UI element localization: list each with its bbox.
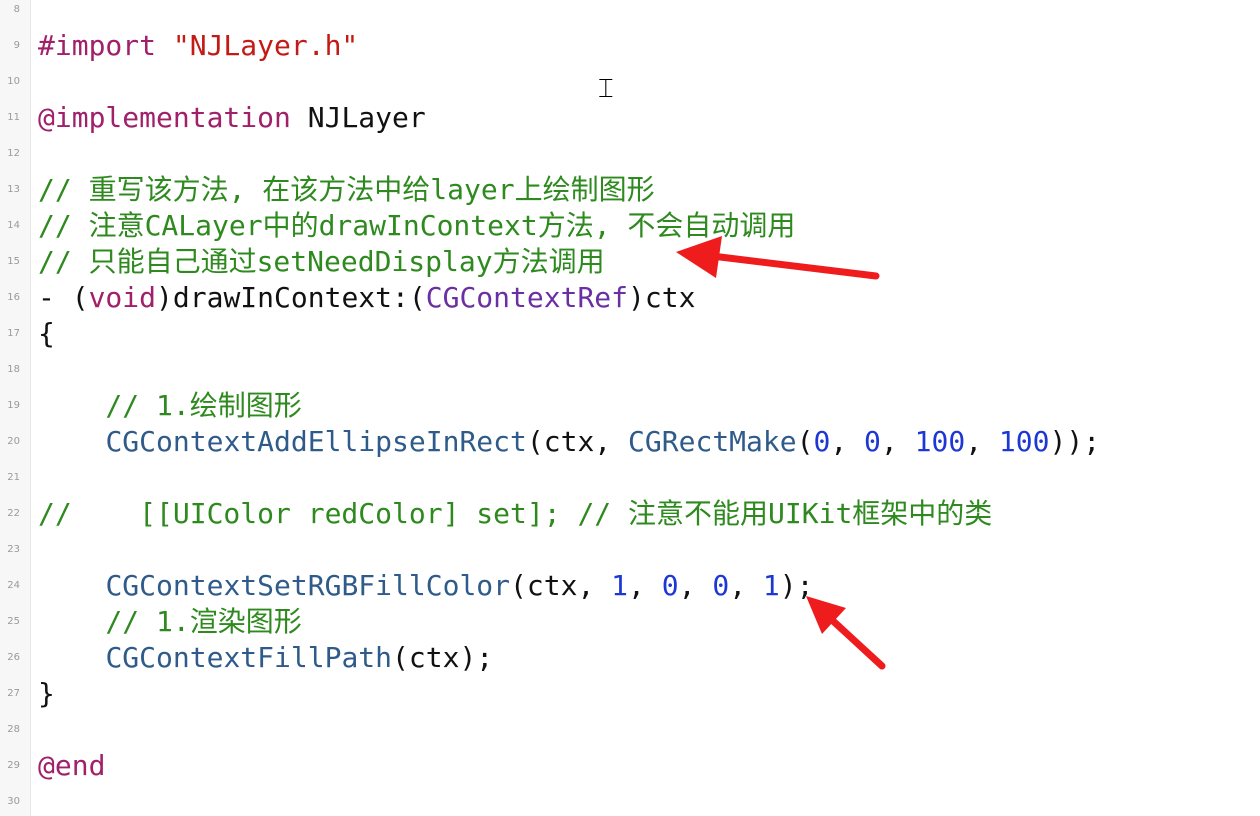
line-number: 25 — [7, 616, 20, 627]
line-number: 28 — [7, 724, 20, 735]
code-token-number: 100 — [998, 425, 1050, 458]
code-token-plain: (ctx, — [526, 425, 629, 458]
line-number: 21 — [7, 472, 20, 483]
red-arrow-annotation-2 — [806, 596, 886, 670]
code-token-directive: #import — [38, 29, 173, 62]
line-number: 12 — [7, 148, 20, 159]
code-token-plain: , — [678, 569, 713, 602]
code-token-plain: )drawInContext:( — [156, 281, 426, 314]
code-token-number: 1 — [762, 569, 780, 602]
code-editor[interactable]: 8 9 10 11 12 13 14 15 16 17 18 19 20 21 22 23 24 25 26 27 28… — [0, 0, 1260, 816]
code-token-plain: - ( — [38, 281, 89, 314]
code-token-number: 0 — [712, 569, 730, 602]
line-number: 8 — [13, 4, 20, 15]
code-token-plain: , — [628, 569, 662, 602]
code-token-comment: // 只能自己通过setNeedDisplay方法调用 — [38, 245, 605, 278]
code-token-comment: // 1.渲染图形 — [38, 605, 302, 638]
code-token-number: 1 — [611, 569, 629, 602]
code-line[interactable]: @end — [38, 748, 105, 784]
code-line[interactable]: CGContextAddEllipseInRect(ctx, CGRectMak… — [38, 424, 1100, 460]
code-line[interactable]: CGContextSetRGBFillColor(ctx, 1, 0, 0, 1… — [38, 568, 813, 604]
code-line[interactable]: // 重写该方法, 在该方法中给layer上绘制图形 — [38, 172, 655, 208]
code-line[interactable]: #import "NJLayer.h" — [38, 28, 358, 64]
code-token-plain: ); — [779, 569, 814, 602]
line-number: 26 — [7, 652, 20, 663]
line-number: 17 — [7, 328, 20, 339]
code-line[interactable]: @implementation NJLayer — [38, 100, 426, 136]
code-token-keyword: void — [88, 281, 157, 314]
line-number: 24 — [7, 580, 20, 591]
code-line[interactable]: // 1.渲染图形 — [38, 604, 302, 640]
line-number: 11 — [7, 112, 20, 123]
code-line[interactable]: - (void)drawInContext:(CGContextRef)ctx — [38, 280, 695, 316]
code-line[interactable]: // 只能自己通过setNeedDisplay方法调用 — [38, 244, 605, 280]
code-token-at: @implementation — [38, 101, 291, 134]
code-token-func: CGContextSetRGBFillColor — [105, 569, 511, 602]
line-number: 10 — [7, 76, 20, 87]
code-token-plain: )ctx — [628, 281, 696, 314]
code-line[interactable]: // 1.绘制图形 — [38, 388, 302, 424]
code-token-plain: NJLayer — [290, 101, 426, 134]
code-token-number: 100 — [914, 425, 966, 458]
code-token-plain: (ctx); — [392, 641, 494, 674]
code-token-comment: // 注意CALayer中的drawInContext方法, 不会自动调用 — [38, 209, 796, 242]
code-token-plain: , — [880, 425, 915, 458]
code-token-func: CGRectMake — [628, 425, 797, 458]
code-line[interactable]: { — [38, 316, 55, 352]
code-line[interactable]: // [[UIColor redColor] set]; // 注意不能用UIK… — [38, 496, 992, 532]
code-token-number: 0 — [661, 569, 679, 602]
code-token-plain: } — [38, 677, 55, 710]
code-token-plain: , — [830, 425, 865, 458]
line-number: 19 — [7, 400, 20, 411]
code-line[interactable]: CGContextFillPath(ctx); — [38, 640, 493, 676]
ibeam-cursor-icon: ⌶ — [598, 74, 614, 104]
code-token-plain: , — [729, 569, 763, 602]
code-token-number: 0 — [864, 425, 881, 458]
code-token-string: "NJLayer.h" — [172, 29, 359, 62]
line-number-gutter: 8 9 10 11 12 13 14 15 16 17 18 19 20 21 22 23 24 25 26 27 28… — [0, 0, 31, 816]
line-number: 22 — [7, 508, 20, 519]
code-token-comment: // 重写该方法, 在该方法中给layer上绘制图形 — [38, 173, 655, 206]
line-number: 18 — [7, 364, 20, 375]
code-token-plain: { — [38, 317, 55, 350]
line-number: 29 — [7, 760, 20, 771]
code-token-number: 0 — [813, 425, 831, 458]
line-number: 27 — [7, 688, 20, 699]
code-token-plain: (ctx, — [510, 569, 612, 602]
code-token-func: CGContextAddEllipseInRect — [105, 425, 527, 458]
code-token-plain: ( — [796, 425, 814, 458]
line-number: 30 — [7, 796, 20, 807]
code-token-plain: , — [965, 425, 999, 458]
code-token-func: CGContextFillPath — [105, 641, 393, 674]
line-number: 23 — [7, 544, 20, 555]
line-number: 9 — [13, 40, 20, 51]
code-token-comment: // [[UIColor redColor] set]; // 注意不能用UIK… — [38, 497, 993, 530]
line-number: 20 — [7, 436, 20, 447]
code-token-type: CGContextRef — [425, 281, 629, 314]
code-token-plain: )); — [1049, 425, 1101, 458]
line-number: 14 — [7, 220, 20, 231]
code-line[interactable]: // 注意CALayer中的drawInContext方法, 不会自动调用 — [38, 208, 795, 244]
line-number: 16 — [7, 292, 20, 303]
code-line[interactable]: } — [38, 676, 55, 712]
code-token-at: @end — [38, 749, 106, 782]
code-token-comment: // 1.绘制图形 — [38, 389, 302, 422]
line-number: 13 — [7, 184, 20, 195]
line-number: 15 — [7, 256, 20, 267]
